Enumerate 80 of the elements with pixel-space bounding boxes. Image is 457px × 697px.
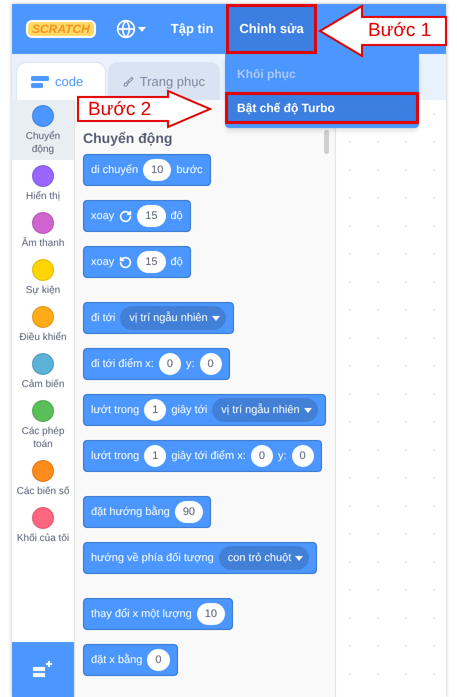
turn-left-icon bbox=[119, 256, 132, 268]
code-block[interactable]: đi tới vị trí ngẫu nhiên bbox=[83, 302, 234, 334]
globe-icon bbox=[116, 19, 136, 39]
block-text: đặt hướng bằng bbox=[91, 504, 170, 520]
code-block[interactable]: thay đổi x một lượng 10 bbox=[83, 598, 234, 630]
category-item[interactable]: Khối của tôi bbox=[12, 502, 74, 549]
number-input[interactable]: 0 bbox=[292, 445, 314, 467]
caret-icon bbox=[212, 316, 220, 320]
number-input[interactable]: 0 bbox=[147, 649, 170, 671]
block-text: y: bbox=[278, 448, 286, 464]
number-input[interactable]: 1 bbox=[144, 445, 166, 467]
caret-icon bbox=[295, 556, 304, 560]
code-block[interactable]: đặt x bằng 0 bbox=[83, 644, 178, 676]
extension-icon bbox=[33, 660, 53, 678]
block-text: đặt x bằng bbox=[91, 652, 142, 668]
step-label: Bước 2 bbox=[88, 100, 152, 119]
category-item[interactable]: Sự kiện bbox=[12, 254, 74, 301]
block-text: di chuyển bbox=[91, 162, 138, 178]
category-label: Âm thanh bbox=[20, 237, 66, 250]
block-text: giây tới điểm x: bbox=[171, 448, 246, 464]
category-label: Cảm biến bbox=[20, 378, 66, 391]
category-label: Các phép toán bbox=[20, 425, 66, 451]
block-text: lướt trong bbox=[91, 402, 140, 418]
block-text: đi tới điểm x: bbox=[91, 356, 154, 372]
step-label: Bước 1 bbox=[368, 21, 432, 40]
category-item[interactable]: Âm thanh bbox=[12, 207, 74, 254]
brush-icon bbox=[123, 74, 134, 88]
block-text: xoay bbox=[91, 254, 114, 270]
category-item[interactable]: Các biến số bbox=[12, 455, 74, 502]
block-text: xoay bbox=[91, 208, 114, 224]
category-item[interactable]: Cảm biến bbox=[12, 348, 74, 395]
block-text: y: bbox=[186, 356, 195, 372]
category-item[interactable]: Các phép toán bbox=[12, 395, 74, 455]
caret-icon bbox=[138, 26, 146, 32]
category-item[interactable]: Chuyển động bbox=[12, 100, 74, 160]
number-input[interactable]: 0 bbox=[250, 445, 273, 467]
category-item[interactable]: Điều khiển bbox=[12, 301, 74, 348]
palette-heading: Chuyển động bbox=[83, 130, 172, 146]
code-block[interactable]: lướt trong 1 giây tới điểm x: 0 y: 0 bbox=[83, 440, 322, 472]
code-block[interactable]: di chuyển 10 bước bbox=[83, 154, 211, 186]
code-blocks-icon bbox=[31, 76, 49, 88]
code-block[interactable]: lướt trong 1 giây tới vị trí ngẫu nhiên bbox=[83, 394, 326, 426]
code-block[interactable]: xoay 15 độ bbox=[83, 200, 191, 232]
category-label: Các biến số bbox=[16, 485, 70, 498]
language-button[interactable] bbox=[116, 19, 146, 39]
number-input[interactable]: 10 bbox=[196, 603, 226, 625]
block-text: đi tới bbox=[91, 310, 116, 326]
caret-icon bbox=[304, 408, 312, 412]
category-label: Hiển thị bbox=[25, 190, 61, 203]
category-label: Sự kiện bbox=[24, 284, 62, 297]
code-block[interactable]: hướng về phía đối tượng con trỏ chuột bbox=[83, 542, 318, 574]
number-input[interactable]: 15 bbox=[137, 251, 166, 273]
block-text: thay đổi x một lượng bbox=[91, 606, 192, 622]
block-text: giây tới bbox=[171, 402, 208, 418]
code-block[interactable]: xoay 15 độ bbox=[83, 246, 191, 278]
menu-option[interactable]: Bật chế độ Turbo bbox=[225, 92, 419, 124]
add-extension-button[interactable] bbox=[12, 642, 74, 697]
palette-scrollbar bbox=[324, 130, 329, 154]
number-input[interactable]: 10 bbox=[143, 159, 172, 181]
turn-right-icon bbox=[119, 210, 132, 222]
category-item[interactable]: Hiển thị bbox=[12, 160, 74, 207]
number-input[interactable]: 90 bbox=[174, 501, 204, 523]
category-label: Chuyển động bbox=[24, 130, 62, 156]
block-text: hướng về phía đối tượng bbox=[91, 550, 214, 566]
code-block[interactable]: đi tới điểm x: 0 y: 0 bbox=[83, 348, 230, 380]
number-input[interactable]: 1 bbox=[144, 399, 166, 421]
category-label: Điều khiển bbox=[18, 331, 68, 344]
block-text: lướt trong bbox=[91, 448, 140, 464]
block-dropdown[interactable]: con trỏ chuột bbox=[218, 546, 310, 570]
menu-item[interactable]: Chỉnh sửa bbox=[226, 4, 317, 54]
block-dropdown[interactable]: vị trí ngẫu nhiên bbox=[120, 306, 226, 330]
number-input[interactable]: 0 bbox=[158, 353, 181, 375]
block-dropdown[interactable]: vị trí ngẫu nhiên bbox=[212, 398, 318, 422]
block-text: độ bbox=[170, 254, 183, 270]
number-input[interactable]: 0 bbox=[200, 353, 222, 375]
category-label: Khối của tôi bbox=[16, 532, 70, 545]
code-block[interactable]: đặt hướng bằng 90 bbox=[83, 496, 212, 528]
number-input[interactable]: 15 bbox=[137, 205, 166, 227]
block-text: độ bbox=[170, 208, 183, 224]
block-text: bước bbox=[176, 162, 203, 178]
